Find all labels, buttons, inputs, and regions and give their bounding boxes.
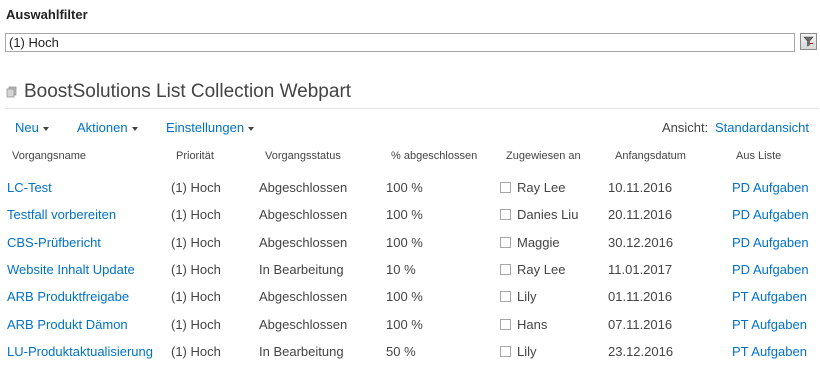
column-header-name[interactable]: Vorgangsname [12,150,86,162]
view-label: Ansicht: [662,120,709,135]
actions-menu-label: Aktionen [77,120,128,135]
status: In Bearbeitung [259,344,344,359]
table-row: ARB Produkt Dämon (1) Hoch Abgeschlossen… [0,317,820,344]
assigned-name[interactable]: Danies Liu [517,207,578,222]
start-date: 10.11.2016 [608,180,673,195]
presence-icon [500,264,511,275]
assigned-name[interactable]: Hans [517,317,547,332]
source-list-link[interactable]: PT Aufgaben [732,344,807,359]
task-name[interactable]: CBS-Prüfbericht [7,235,101,250]
status: Abgeschlossen [259,289,348,304]
chevron-down-icon [131,126,138,131]
presence-icon [500,182,511,193]
settings-menu-label: Einstellungen [166,120,245,135]
percent-complete: 100 % [386,207,423,222]
source-list-link[interactable]: PD Aufgaben [732,180,809,195]
column-header-priority[interactable]: Priorität [176,150,214,162]
start-date: 30.12.2016 [608,235,674,250]
table-row: LC-Test (1) Hoch Abgeschlossen 100 % Ray… [0,180,820,207]
assigned-to: Maggie [500,235,560,250]
table-row: LU-Produktaktualisierung (1) Hoch In Bea… [0,344,820,371]
percent-complete: 100 % [386,235,423,250]
start-date: 01.11.2016 [608,289,673,304]
column-header-assigned[interactable]: Zugewiesen an [506,150,581,162]
filter-input[interactable]: (1) Hoch [5,33,795,52]
task-name[interactable]: ARB Produktfreigabe [7,289,129,304]
presence-icon [500,291,511,302]
status: Abgeschlossen [259,317,348,332]
assigned-to: Lily [500,344,537,359]
status: Abgeschlossen [259,207,348,222]
column-header-date[interactable]: Anfangsdatum [615,150,686,162]
new-menu-label: Neu [15,120,39,135]
chevron-down-icon [248,126,255,131]
source-list-link[interactable]: PD Aufgaben [732,262,809,277]
presence-icon [500,237,511,248]
assigned-to: Ray Lee [500,180,565,195]
view-selector[interactable]: Standardansicht [715,120,809,135]
assigned-name[interactable]: Ray Lee [517,180,565,195]
assigned-to: Hans [500,317,547,332]
toolbar: Neu Aktionen Einstellungen Ansicht: Stan… [0,119,820,137]
task-name[interactable]: LC-Test [7,180,52,195]
status: In Bearbeitung [259,262,344,277]
column-header-status[interactable]: Vorgangsstatus [265,150,341,162]
chevron-down-icon [42,126,49,131]
table-row: ARB Produktfreigabe (1) Hoch Abgeschloss… [0,289,820,316]
task-name[interactable]: LU-Produktaktualisierung [7,344,153,359]
priority: (1) Hoch [171,262,221,277]
table-row: Website Inhalt Update (1) Hoch In Bearbe… [0,262,820,289]
source-list-link[interactable]: PD Aufgaben [732,207,809,222]
actions-menu[interactable]: Aktionen [77,120,138,135]
webpart-icon [6,86,17,98]
filter-icon [803,36,814,47]
priority: (1) Hoch [171,289,221,304]
assigned-to: Lily [500,289,537,304]
column-header-percent[interactable]: % abgeschlossen [391,150,477,162]
percent-complete: 100 % [386,317,423,332]
presence-icon [500,209,511,220]
start-date: 20.11.2016 [608,207,673,222]
priority: (1) Hoch [171,207,221,222]
webpart-divider [5,108,819,109]
source-list-link[interactable]: PD Aufgaben [732,235,809,250]
start-date: 23.12.2016 [608,344,674,359]
task-name[interactable]: ARB Produkt Dämon [7,317,128,332]
start-date: 07.11.2016 [608,317,673,332]
priority: (1) Hoch [171,344,221,359]
filter-title: Auswahlfilter [6,7,88,22]
percent-complete: 50 % [386,344,416,359]
presence-icon [500,319,511,330]
source-list-link[interactable]: PT Aufgaben [732,289,807,304]
filter-button[interactable] [800,33,817,50]
assigned-to: Danies Liu [500,207,578,222]
assigned-name[interactable]: Lily [517,344,537,359]
percent-complete: 100 % [386,289,423,304]
assigned-name[interactable]: Lily [517,289,537,304]
assigned-name[interactable]: Maggie [517,235,560,250]
source-list-link[interactable]: PT Aufgaben [732,317,807,332]
task-name[interactable]: Testfall vorbereiten [7,207,116,222]
column-header-list[interactable]: Aus Liste [736,150,781,162]
priority: (1) Hoch [171,317,221,332]
table-row: Testfall vorbereiten (1) Hoch Abgeschlos… [0,207,820,234]
presence-icon [500,346,511,357]
start-date: 11.01.2017 [608,262,673,277]
status: Abgeschlossen [259,235,348,250]
status: Abgeschlossen [259,180,348,195]
new-menu[interactable]: Neu [15,120,49,135]
priority: (1) Hoch [171,235,221,250]
priority: (1) Hoch [171,180,221,195]
settings-menu[interactable]: Einstellungen [166,120,255,135]
assigned-name[interactable]: Ray Lee [517,262,565,277]
percent-complete: 10 % [386,262,416,277]
assigned-to: Ray Lee [500,262,565,277]
webpart-title: BoostSolutions List Collection Webpart [24,81,352,102]
task-name[interactable]: Website Inhalt Update [7,262,135,277]
percent-complete: 100 % [386,180,423,195]
table-row: CBS-Prüfbericht (1) Hoch Abgeschlossen 1… [0,235,820,262]
